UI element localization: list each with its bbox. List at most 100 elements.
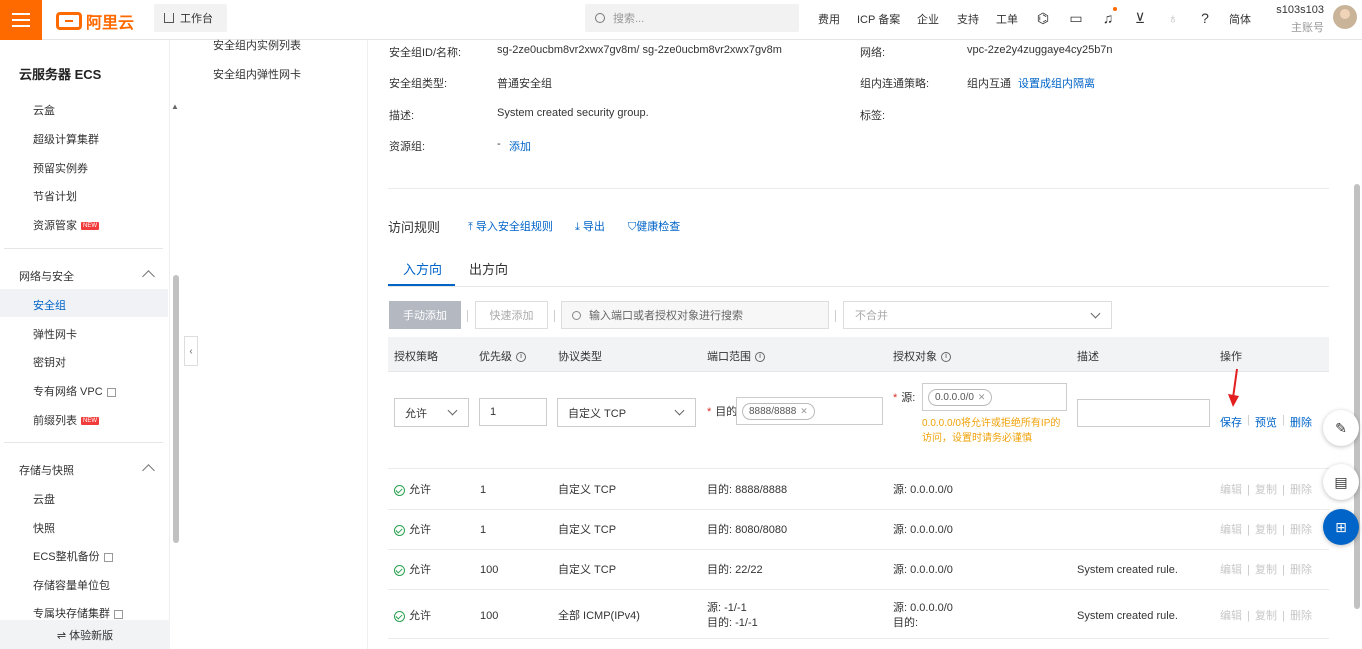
nav-enterprise[interactable]: 企业	[917, 11, 939, 27]
merge-select[interactable]: 不合并	[843, 301, 1112, 329]
sidebar-item-security-group[interactable]: 安全组	[33, 297, 66, 313]
row-edit-button[interactable]: 编辑	[1220, 609, 1242, 623]
sidebar-scrollbar[interactable]	[173, 275, 179, 543]
table-header: 授权策略 优先级 i 协议类型 端口范围 i 授权对象 i 描述 操作	[388, 337, 1329, 372]
terminal-icon[interactable]: ▭	[1068, 10, 1084, 26]
help-icon[interactable]: ?	[1197, 10, 1213, 26]
preview-button[interactable]: 预览	[1255, 414, 1277, 430]
check-circle-icon	[394, 564, 405, 576]
language-switch[interactable]: 简体	[1229, 11, 1251, 27]
nav-icp[interactable]: ICP 备案	[857, 11, 900, 27]
info-icon[interactable]: i	[516, 352, 526, 363]
desc-value: System created security group.	[497, 107, 649, 119]
row-edit-button[interactable]: 编辑	[1220, 523, 1242, 537]
download-icon: ⤓	[575, 221, 583, 233]
collapse-sidebar-button[interactable]: ‹	[184, 336, 198, 366]
chevron-up-icon[interactable]	[142, 464, 155, 477]
description-input[interactable]	[1077, 399, 1210, 427]
avatar[interactable]	[1333, 5, 1357, 29]
row-protocol: 自定义 TCP	[558, 564, 617, 576]
row-edit-button[interactable]: 编辑	[1220, 483, 1242, 497]
row-source: 源: 0.0.0.0/0	[893, 564, 953, 576]
separator	[835, 310, 836, 322]
cart-icon[interactable]: ⊻	[1132, 10, 1148, 26]
row-copy-button[interactable]: 复制	[1255, 523, 1277, 537]
set-isolation-link[interactable]: 设置成组内隔离	[1018, 75, 1095, 91]
apps-button[interactable]: ⊞	[1323, 509, 1359, 545]
lightbulb-icon[interactable]: ♁	[1165, 10, 1181, 26]
tab-inbound[interactable]: 入方向	[403, 259, 442, 278]
chevron-up-icon[interactable]	[142, 270, 155, 283]
try-new-version-button[interactable]: ⇌ 体验新版	[0, 620, 170, 649]
sidebar-item-reserved[interactable]: 预留实例券	[33, 160, 88, 176]
manual-add-button[interactable]: 手动添加	[389, 301, 461, 329]
row-edit-button[interactable]: 编辑	[1220, 563, 1242, 577]
row-delete-button[interactable]: 删除	[1290, 483, 1312, 497]
workbench-button[interactable]: 工作台	[154, 4, 227, 32]
main-scrollbar[interactable]	[1354, 184, 1360, 609]
delete-button[interactable]: 删除	[1290, 414, 1312, 430]
scroll-up-icon[interactable]: ▲	[171, 102, 179, 111]
sidebar-item-vpc[interactable]: 专有网络 VPC	[33, 383, 116, 399]
sidebar-item-supercomputing[interactable]: 超级计算集群	[33, 131, 99, 147]
tab-outbound[interactable]: 出方向	[469, 259, 508, 278]
row-divider	[388, 509, 1329, 510]
row-port: 目的: 8888/8888	[707, 484, 788, 496]
nav-support[interactable]: 支持	[957, 11, 979, 27]
sidebar-item-snapshot[interactable]: 快照	[33, 520, 55, 536]
separator: |	[1247, 414, 1250, 426]
close-icon[interactable]: ✕	[800, 406, 808, 417]
protocol-select[interactable]: 自定义 TCP	[557, 398, 696, 427]
th-priority: 优先级 i	[479, 348, 526, 364]
row-delete-button[interactable]: 删除	[1290, 563, 1312, 577]
bell-icon[interactable]: ♫	[1100, 10, 1116, 26]
sidebar-item-storage-capacity[interactable]: 存储容量单位包	[33, 577, 110, 593]
new-badge: NEW	[81, 417, 99, 426]
source-input[interactable]: 0.0.0.0/0 ✕	[922, 383, 1067, 411]
global-search-input[interactable]: 搜索...	[585, 4, 799, 32]
row-copy-button[interactable]: 复制	[1255, 563, 1277, 577]
priority-input[interactable]: 1	[479, 398, 547, 426]
sidebar-item-eni[interactable]: 弹性网卡	[33, 326, 77, 342]
health-check-button[interactable]: ⛉健康检查	[628, 218, 680, 234]
sidebar-item-savings[interactable]: 节省计划	[33, 188, 77, 204]
row-copy-button[interactable]: 复制	[1255, 483, 1277, 497]
import-rules-button[interactable]: ⤒ 导入安全组规则	[468, 218, 553, 234]
subnav-instances[interactable]: 安全组内实例列表	[213, 37, 301, 53]
row-delete-button[interactable]: 删除	[1290, 609, 1312, 623]
sidebar-item-backup[interactable]: ECS整机备份	[33, 548, 113, 564]
policy-select[interactable]: 允许	[394, 398, 469, 427]
sidebar-item-disk[interactable]: 云盘	[33, 491, 55, 507]
sidebar-item-cloudbox[interactable]: 云盒	[33, 102, 55, 118]
sidebar-item-keypair[interactable]: 密钥对	[33, 354, 66, 370]
rule-search-input[interactable]: 输入端口或者授权对象进行搜索	[561, 301, 829, 329]
row-priority: 100	[480, 564, 499, 576]
aliyun-logo[interactable]: 阿里云	[56, 9, 134, 33]
sidebar-item-resource-manager[interactable]: 资源管家 NEW	[33, 217, 99, 233]
port-range-input[interactable]: 8888/8888 ✕	[736, 397, 883, 425]
access-rules-title: 访问规则	[388, 220, 441, 235]
sidebar-item-prefix-list[interactable]: 前缀列表 NEW	[33, 412, 99, 428]
row-priority: 1	[480, 524, 487, 536]
row-delete-button[interactable]: 删除	[1290, 523, 1312, 537]
feedback-edit-button[interactable]: ✎	[1323, 410, 1359, 446]
quick-add-button[interactable]: 快速添加	[475, 301, 548, 329]
resource-group-add-link[interactable]: 添加	[509, 138, 531, 154]
nav-ticket[interactable]: 工单	[996, 11, 1018, 27]
info-icon[interactable]: i	[941, 352, 951, 363]
nav-billing[interactable]: 费用	[818, 11, 840, 27]
close-icon[interactable]: ✕	[978, 392, 986, 403]
save-button[interactable]: 保存	[1220, 414, 1242, 430]
tabs-underline	[388, 286, 1329, 287]
chat-button[interactable]: ▤	[1323, 464, 1359, 500]
subnav-eni[interactable]: 安全组内弹性网卡	[213, 66, 301, 82]
sidebar-item-dedicated-block[interactable]: 专属块存储集群	[33, 605, 123, 621]
sidebar-section-network[interactable]: 网络与安全	[19, 268, 74, 284]
user-info[interactable]: s103s103 主账号	[1276, 4, 1324, 35]
menu-button[interactable]	[0, 0, 42, 40]
export-button[interactable]: ⤓ 导出	[575, 218, 605, 234]
row-copy-button[interactable]: 复制	[1255, 609, 1277, 623]
sidebar-section-storage[interactable]: 存储与快照	[19, 462, 74, 478]
cloudshell-icon[interactable]: ⌬	[1035, 10, 1051, 26]
info-icon[interactable]: i	[755, 352, 765, 363]
